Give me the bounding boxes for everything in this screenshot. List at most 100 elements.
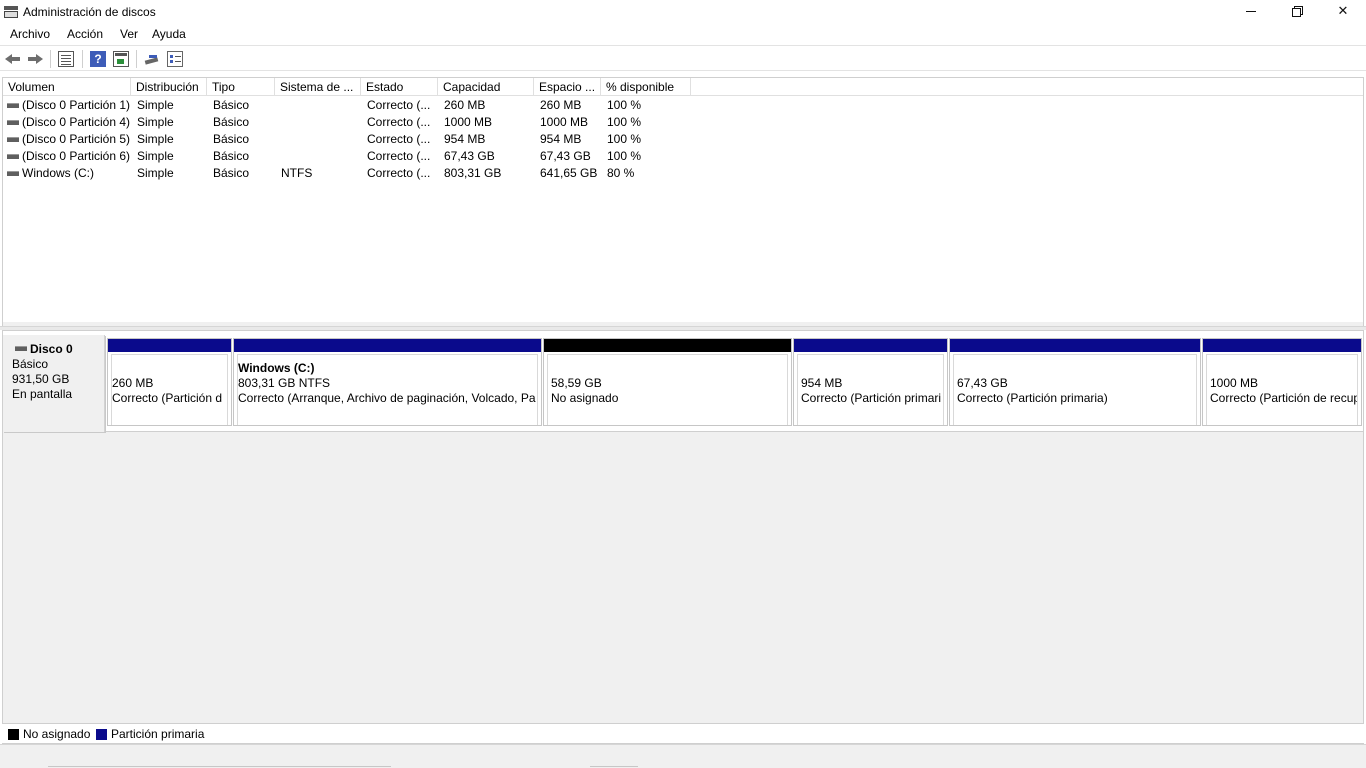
column-header-disponible[interactable]: % disponible [601,78,691,96]
partition-bar [234,339,541,352]
partition-status: Correcto (Arranque, Archivo de paginació… [238,391,536,405]
table-row[interactable]: Windows (C:) Simple Básico NTFS Correcto… [3,165,1363,182]
column-header-tipo[interactable]: Tipo [207,78,275,96]
cell-sistema [281,131,361,148]
partition-6[interactable]: 67,43 GB Correcto (Partición primaria) [949,338,1201,426]
cell-espacio: 1000 MB [540,115,589,129]
legend-swatch-unallocated [8,729,19,740]
cell-distribucion: Simple [137,98,174,112]
cell-tipo: Básico [213,98,250,112]
back-arrow-icon[interactable] [5,51,21,67]
restore-button[interactable] [1274,0,1320,24]
partition-size: 954 MB [801,376,843,390]
cell-volumen: (Disco 0 Partición 1) [22,98,131,112]
cell-tipo: Básico [213,115,250,129]
partition-windows[interactable]: Windows (C:) 803,31 GB NTFS Correcto (Ar… [233,338,542,426]
cell-capacidad: 67,43 GB [444,149,495,163]
partition-5[interactable]: 954 MB Correcto (Partición primari [793,338,948,426]
partition-bar [108,339,231,352]
column-header-volumen[interactable]: Volumen [3,78,131,96]
partition-status: Correcto (Partición d [112,391,223,405]
cell-espacio: 67,43 GB [540,149,591,163]
toolbar-separator [50,50,51,68]
cell-tipo: Básico [213,166,250,180]
forward-arrow-icon[interactable] [27,51,43,67]
cell-volumen: (Disco 0 Partición 4) [22,115,131,129]
column-header-sistema[interactable]: Sistema de ... [275,78,361,96]
cell-espacio: 260 MB [540,98,582,112]
partition-status: Correcto (Partición primari [801,391,942,405]
cell-disponible: 80 % [607,166,635,180]
partition-bar [794,339,947,352]
legend: No asignado Partición primaria [2,723,1364,743]
partition-title: Windows (C:) [238,361,315,375]
column-header-distribucion[interactable]: Distribución [131,78,207,96]
minimize-icon [1246,11,1256,12]
column-headers: Volumen Distribución Tipo Sistema de ...… [3,78,1363,96]
partition-size: 67,43 GB [957,376,1008,390]
cell-estado: Correcto (... [367,132,431,146]
table-row[interactable]: (Disco 0 Partición 5) Simple Básico Corr… [3,131,1363,148]
cell-disponible: 100 % [607,98,642,112]
volume-list-icon[interactable] [58,51,74,67]
cell-sistema [281,148,361,165]
cell-distribucion: Simple [137,149,174,163]
cell-espacio: 641,65 GB [540,166,598,180]
legend-label-primary: Partición primaria [111,727,205,741]
properties-icon[interactable] [113,51,129,67]
window-title: Administración de discos [23,5,156,19]
toolbar: ? [0,45,1366,71]
column-header-capacidad[interactable]: Capacidad [438,78,534,96]
partition-size: 803,31 GB NTFS [238,376,331,390]
volume-list: Volumen Distribución Tipo Sistema de ...… [2,77,1364,326]
cell-capacidad: 954 MB [444,132,486,146]
list-view-icon[interactable] [167,51,183,67]
disk-row: Disco 0 Básico 931,50 GB En pantalla 260… [3,331,1363,432]
column-header-espacio[interactable]: Espacio ... [534,78,601,96]
toolbar-separator [82,50,83,68]
partition-bar [544,339,791,352]
menu-accion[interactable]: Acción [67,27,103,41]
volume-icon [7,120,19,125]
partition-size: 58,59 GB [551,376,602,390]
partition-size: 1000 MB [1210,376,1259,390]
table-row[interactable]: (Disco 0 Partición 1) Simple Básico Corr… [3,97,1363,114]
table-row[interactable]: (Disco 0 Partición 4) Simple Básico Corr… [3,114,1363,131]
cell-tipo: Básico [213,149,250,163]
column-header-estado[interactable]: Estado [361,78,438,96]
menu-archivo[interactable]: Archivo [10,27,50,41]
cell-sistema [281,97,361,114]
partition-status: No asignado [551,391,619,405]
disk-name: Disco 0 [30,342,73,356]
partition-4[interactable]: 1000 MB Correcto (Partición de recup [1202,338,1362,426]
rescan-disk-icon[interactable] [144,51,160,67]
disk-label[interactable]: Disco 0 Básico 931,50 GB En pantalla [3,335,105,432]
disk-status: En pantalla [12,387,73,401]
close-button[interactable]: ✕ [1320,0,1366,24]
partition-size: 260 MB [112,376,154,390]
menu-ver[interactable]: Ver [120,27,138,41]
menu-ayuda[interactable]: Ayuda [152,27,186,41]
cell-disponible: 100 % [607,149,642,163]
volume-icon [7,154,19,159]
cell-disponible: 100 % [607,115,642,129]
partition-1[interactable]: 260 MB Correcto (Partición d [107,338,232,426]
cell-disponible: 100 % [607,132,642,146]
cell-sistema: NTFS [281,166,313,180]
cell-estado: Correcto (... [367,166,431,180]
cell-distribucion: Simple [137,166,174,180]
partition-unallocated[interactable]: 58,59 GB No asignado [543,338,792,426]
menu-bar: Archivo Acción Ver Ayuda [0,24,1366,44]
minimize-button[interactable] [1228,0,1274,24]
help-icon[interactable]: ? [90,51,106,67]
disk-size: 931,50 GB [12,372,70,386]
title-bar: Administración de discos ✕ [0,0,1366,24]
legend-label-unallocated: No asignado [23,727,91,741]
close-icon: ✕ [1337,3,1349,18]
partition-bar [950,339,1200,352]
table-row[interactable]: (Disco 0 Partición 6) Simple Básico Corr… [3,148,1363,165]
disk-type: Básico [12,357,49,371]
cell-distribucion: Simple [137,132,174,146]
status-bar [0,744,1366,768]
cell-estado: Correcto (... [367,98,431,112]
